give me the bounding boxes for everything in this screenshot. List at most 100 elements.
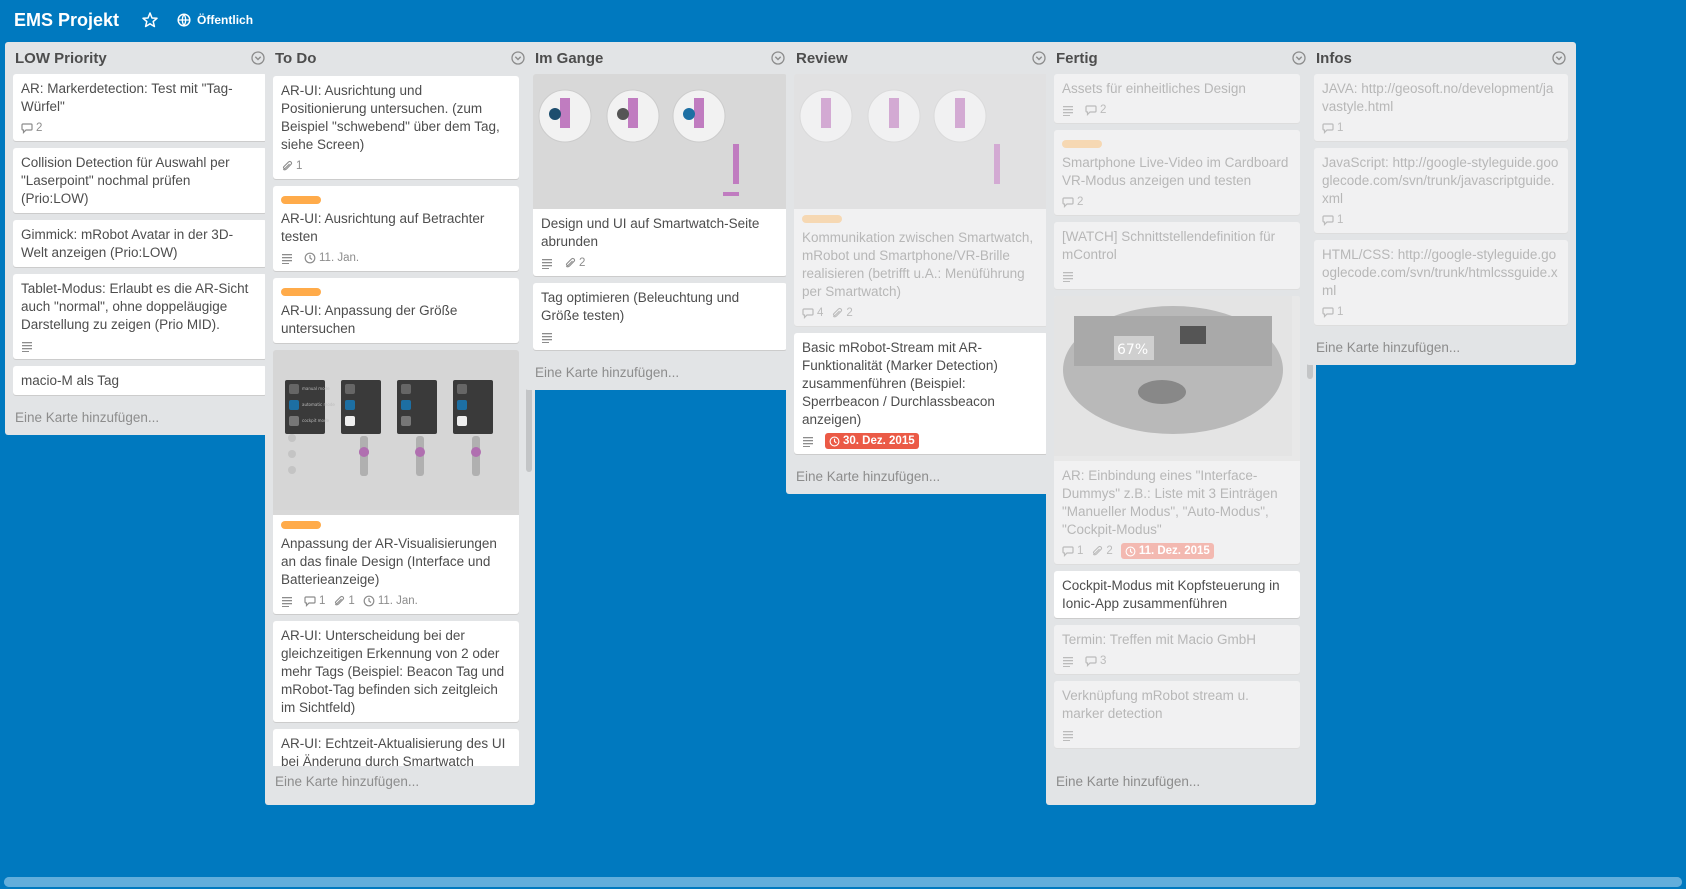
list-title[interactable]: Fertig	[1056, 50, 1098, 67]
card-title: JavaScript: http://google-styleguide.goo…	[1322, 155, 1559, 206]
list-header: Infos	[1314, 42, 1568, 74]
card-cover-image: 67%	[1054, 296, 1300, 461]
card[interactable]: AR-UI: Ausrichtung und Positionierung un…	[273, 76, 519, 179]
card[interactable]: JAVA: http://geosoft.no/development/java…	[1314, 74, 1568, 141]
description-icon	[1062, 729, 1074, 741]
add-card-button[interactable]: Eine Karte hinzufügen...	[794, 461, 1048, 494]
card[interactable]: AR-UI: Unterscheidung bei der gleichzeit…	[273, 621, 519, 722]
card-title: Gimmick: mRobot Avatar in der 3D-Welt an…	[21, 227, 234, 260]
card[interactable]: Design und UI auf Smartwatch-Seite abrun…	[533, 74, 787, 276]
card[interactable]: Basic mRobot-Stream mit AR-Funktionalitä…	[794, 333, 1048, 454]
attachment-icon	[333, 595, 345, 607]
card[interactable]: Tag optimieren (Beleuchtung und Größe te…	[533, 283, 787, 350]
card-title: AR-UI: Echtzeit-Aktualisierung des UI be…	[281, 736, 506, 766]
card-label-orange	[802, 215, 842, 223]
card[interactable]: AR-UI: Anpassung der Größe untersuchen	[273, 278, 519, 343]
globe-icon	[177, 13, 191, 27]
card[interactable]: Collision Detection für Auswahl per "Las…	[13, 148, 267, 213]
description-icon	[1062, 270, 1074, 282]
list-menu-icon[interactable]	[1552, 51, 1566, 65]
board-header: EMS Projekt Öffentlich	[0, 0, 1686, 40]
card[interactable]: Assets für einheitliches Design 2	[1054, 74, 1300, 123]
list-title[interactable]: To Do	[275, 50, 316, 67]
attachment-icon	[281, 160, 293, 172]
due-date-badge-overdue: 11. Dez. 2015	[1120, 543, 1214, 559]
add-card-button[interactable]: Eine Karte hinzufügen...	[13, 402, 267, 435]
list-im-gange: Im Gange Design und UI auf Smartwatch-Se…	[525, 42, 795, 390]
scrollbar-thumb[interactable]	[4, 877, 1682, 887]
comment-icon	[304, 595, 316, 607]
card[interactable]: Verknüpfung mRobot stream u. marker dete…	[1054, 681, 1300, 748]
comments-badge: 3	[1085, 652, 1106, 670]
comments-badge: 4	[802, 304, 823, 322]
card-title: HTML/CSS: http://google-styleguide.googl…	[1322, 247, 1558, 298]
card[interactable]: macio-M als Tag	[13, 366, 267, 395]
comments-badge: 2	[1062, 193, 1083, 211]
list-header: Review	[794, 42, 1048, 74]
card[interactable]: Termin: Treffen mit Macio GmbH 3	[1054, 625, 1300, 674]
comment-icon	[1085, 104, 1097, 116]
card-title: Verknüpfung mRobot stream u. marker dete…	[1062, 688, 1249, 721]
board-horizontal-scrollbar[interactable]	[4, 877, 1682, 887]
comments-badge: 1	[304, 592, 325, 610]
list-header: Im Gange	[533, 42, 787, 74]
card[interactable]: JavaScript: http://google-styleguide.goo…	[1314, 148, 1568, 233]
card-label-orange	[281, 196, 321, 204]
description-icon	[1062, 104, 1074, 116]
list-title[interactable]: LOW Priority	[15, 50, 107, 67]
card[interactable]: Cockpit-Modus mit Kopfsteuerung in Ionic…	[1054, 571, 1300, 618]
list-menu-icon[interactable]	[251, 51, 265, 65]
list-menu-icon[interactable]	[1032, 51, 1046, 65]
add-card-button[interactable]: Eine Karte hinzufügen...	[273, 766, 527, 799]
comment-icon	[1322, 122, 1334, 134]
comment-icon	[21, 122, 33, 134]
comment-icon	[802, 307, 814, 319]
card[interactable]: AR-UI: Echtzeit-Aktualisierung des UI be…	[273, 729, 519, 766]
list-menu-icon[interactable]	[1292, 51, 1306, 65]
comments-badge: 1	[1322, 303, 1343, 321]
card-cover-image	[794, 74, 1048, 209]
card[interactable]: manual mode automatic mode cockpit mode	[273, 350, 519, 614]
star-icon[interactable]	[141, 11, 159, 29]
comment-icon	[1322, 214, 1334, 226]
card[interactable]: Smartphone Live-Video im Cardboard VR-Mo…	[1054, 130, 1300, 215]
comment-icon	[1062, 545, 1074, 557]
card-title: AR-UI: Anpassung der Größe untersuchen	[281, 303, 458, 336]
add-card-button[interactable]: Eine Karte hinzufügen...	[533, 357, 787, 390]
add-card-button[interactable]: Eine Karte hinzufügen...	[1314, 332, 1568, 365]
comments-badge: 1	[1322, 119, 1343, 137]
list-header: LOW Priority	[13, 42, 267, 74]
list-infos: Infos JAVA: http://geosoft.no/developmen…	[1306, 42, 1576, 365]
card-cover-image: manual mode automatic mode cockpit mode	[273, 350, 519, 515]
attachment-icon	[831, 307, 843, 319]
list-title[interactable]: Im Gange	[535, 50, 603, 67]
card[interactable]: Tablet-Modus: Erlaubt es die AR-Sicht au…	[13, 274, 267, 359]
add-card-button[interactable]: Eine Karte hinzufügen...	[1054, 766, 1308, 799]
comments-badge: 1	[1322, 211, 1343, 229]
card-title: Collision Detection für Auswahl per "Las…	[21, 155, 230, 206]
card-title: Basic mRobot-Stream mit AR-Funktionalitä…	[802, 340, 998, 427]
list-menu-icon[interactable]	[771, 51, 785, 65]
card-title: AR-UI: Ausrichtung und Positionierung un…	[281, 83, 500, 152]
list-title[interactable]: Review	[796, 50, 848, 67]
clock-icon	[363, 595, 375, 607]
visibility-button[interactable]: Öffentlich	[177, 13, 253, 27]
list-to-do: To Do AR-UI: Ausrichtung und Positionier…	[265, 42, 535, 805]
attachments-badge: 2	[831, 304, 853, 322]
list-title[interactable]: Infos	[1316, 50, 1352, 67]
board-title[interactable]: EMS Projekt	[14, 10, 119, 31]
card-title: Design und UI auf Smartwatch-Seite abrun…	[541, 216, 760, 249]
card[interactable]: Gimmick: mRobot Avatar in der 3D-Welt an…	[13, 220, 267, 267]
clock-icon	[304, 252, 316, 264]
description-icon	[802, 435, 814, 447]
list-low-priority: LOW Priority AR: Markerdetection: Test m…	[5, 42, 275, 435]
card[interactable]: Kommunikation zwischen Smartwatch, mRobo…	[794, 74, 1048, 326]
attachments-badge: 2	[1091, 542, 1113, 560]
card[interactable]: 67% AR: Einbindung eines "Interface-Dumm…	[1054, 296, 1300, 564]
list-menu-icon[interactable]	[511, 51, 525, 65]
card[interactable]: [WATCH] Schnittstellendefinition für mCo…	[1054, 222, 1300, 289]
card[interactable]: HTML/CSS: http://google-styleguide.googl…	[1314, 240, 1568, 325]
card[interactable]: AR: Markerdetection: Test mit "Tag-Würfe…	[13, 74, 267, 141]
card[interactable]: AR-UI: Ausrichtung auf Betrachter testen…	[273, 186, 519, 271]
card-title: AR-UI: Ausrichtung auf Betrachter testen	[281, 211, 485, 244]
